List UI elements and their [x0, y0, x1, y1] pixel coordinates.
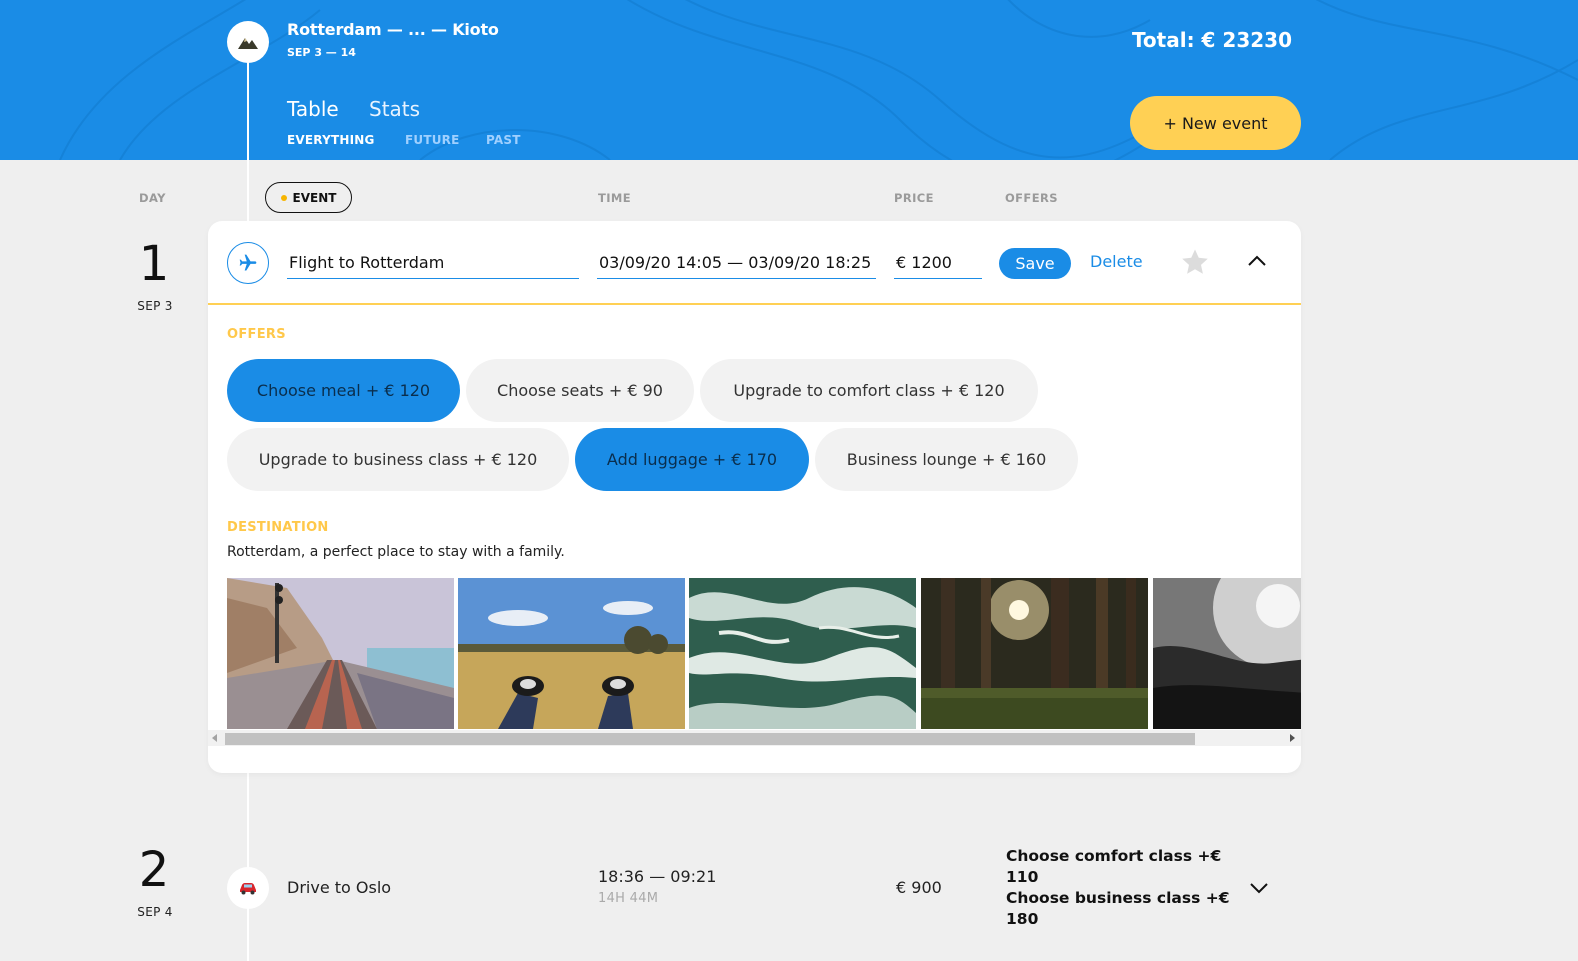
trip-title: Rotterdam — ... — Kioto: [287, 20, 499, 39]
filter-everything[interactable]: EVERYTHING: [287, 133, 375, 147]
event-duration: 14H 44M: [598, 891, 659, 906]
destination-description: Rotterdam, a perfect place to stay with …: [227, 544, 565, 560]
offer-toggle[interactable]: Business lounge + € 160: [815, 428, 1078, 491]
save-button[interactable]: Save: [999, 248, 1071, 279]
scroll-right-icon[interactable]: [1290, 734, 1295, 742]
event-title: Drive to Oslo: [287, 878, 392, 897]
offer-toggle[interactable]: Choose seats + € 90: [466, 359, 694, 422]
sort-indicator-dot: [280, 194, 287, 201]
destination-photo-gallery[interactable]: [227, 578, 1301, 730]
destination-section-label: DESTINATION: [227, 520, 329, 535]
destination-photo: [227, 578, 454, 729]
favorite-star-icon[interactable]: [1180, 247, 1210, 277]
event-offer-item: Choose business class +€ 180: [1006, 889, 1230, 928]
column-day[interactable]: DAY: [139, 191, 166, 205]
filter-future[interactable]: FUTURE: [405, 133, 460, 147]
scrollbar-thumb[interactable]: [225, 733, 1195, 745]
new-event-button[interactable]: + New event: [1130, 96, 1301, 150]
car-icon: [240, 883, 256, 895]
column-event-label: EVENT: [292, 190, 337, 205]
day-date: SEP 4: [137, 905, 173, 919]
event-price-input[interactable]: [894, 247, 982, 279]
chevron-up-icon[interactable]: [1246, 253, 1268, 269]
event-edit-row: Save Delete: [208, 221, 1301, 305]
event-offer-item: Choose comfort class +€ 110: [1006, 847, 1222, 886]
column-time[interactable]: TIME: [598, 191, 631, 205]
filter-past[interactable]: PAST: [486, 133, 521, 147]
day-date: SEP 3: [137, 299, 173, 313]
day-number: 2: [138, 842, 170, 898]
destination-photo: [1153, 578, 1301, 729]
offer-toggle[interactable]: Upgrade to business class + € 120: [227, 428, 569, 491]
day-number: 1: [138, 236, 170, 292]
chevron-down-icon[interactable]: [1248, 880, 1270, 896]
offer-toggle[interactable]: Add luggage + € 170: [575, 428, 809, 491]
offer-toggle[interactable]: Choose meal + € 120: [227, 359, 460, 422]
mountain-icon: [238, 38, 258, 49]
offers-section-label: OFFERS: [227, 327, 286, 342]
column-offers: OFFERS: [1005, 191, 1058, 205]
event-time: 18:36 — 09:21: [598, 867, 717, 886]
tab-stats[interactable]: Stats: [369, 97, 420, 121]
destination-photo: [458, 578, 685, 729]
destination-photo: [921, 578, 1148, 729]
event-price: € 900: [896, 878, 942, 897]
scroll-left-icon[interactable]: [212, 734, 217, 742]
destination-photo: [689, 578, 916, 729]
trip-logo: [227, 21, 269, 63]
event-edit-card: Save Delete OFFERS Choose meal + € 120 C…: [208, 221, 1301, 773]
column-event-sort[interactable]: EVENT: [265, 182, 352, 213]
event-title-input[interactable]: [287, 247, 579, 279]
event-time-input[interactable]: [597, 247, 876, 279]
delete-button[interactable]: Delete: [1090, 252, 1143, 271]
trip-dates: SEP 3 — 14: [287, 46, 356, 59]
event-offers-list: Choose comfort class +€ 110 Choose busin…: [1006, 846, 1236, 930]
column-price[interactable]: PRICE: [894, 191, 934, 205]
airplane-icon: [239, 254, 257, 271]
event-type-selector[interactable]: [227, 242, 269, 284]
event-type-icon: [227, 867, 269, 909]
trip-total: Total: € 23230: [1131, 28, 1292, 52]
offer-toggle[interactable]: Upgrade to comfort class + € 120: [700, 359, 1038, 422]
gallery-horizontal-scrollbar[interactable]: [208, 730, 1301, 746]
tab-table[interactable]: Table: [287, 97, 339, 121]
